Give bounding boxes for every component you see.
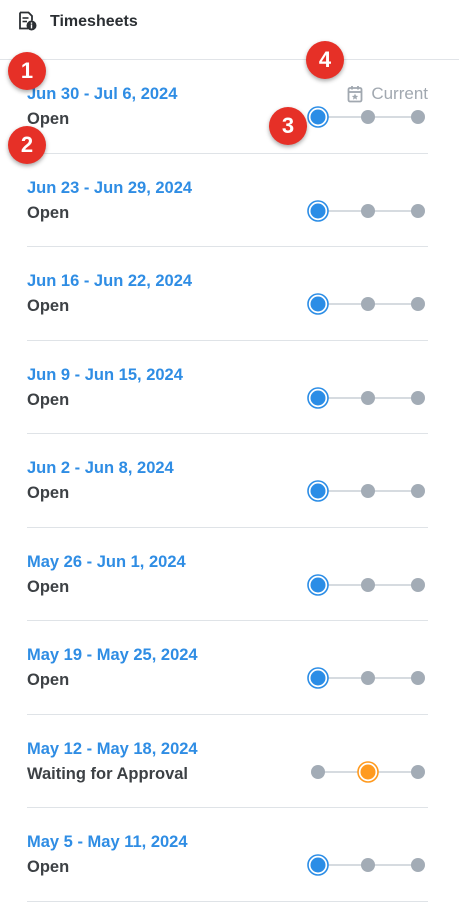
status-progress-stepper	[307, 199, 425, 222]
timesheet-row[interactable]: Jun 30 - Jul 6, 2024 Open Current	[27, 60, 428, 154]
current-label: Current	[371, 84, 428, 103]
stepper-step	[411, 858, 425, 872]
timesheet-date-range[interactable]: Jun 2 - Jun 8, 2024	[27, 459, 174, 478]
stepper-step-active	[310, 109, 326, 125]
stepper-step	[361, 577, 375, 592]
stepper-step	[361, 203, 375, 218]
timesheet-date-range[interactable]: May 19 - May 25, 2024	[27, 646, 198, 665]
stepper-step	[411, 484, 425, 498]
stepper-step-active	[310, 670, 326, 686]
stepper-step-active	[310, 390, 326, 405]
timesheet-row[interactable]: Jun 2 - Jun 8, 2024 Open	[27, 434, 428, 528]
stepper-step	[411, 577, 425, 592]
stepper-step-active	[310, 296, 326, 312]
timesheet-row[interactable]: Jun 9 - Jun 15, 2024 Open	[27, 341, 428, 434]
callout-badge-3: 3	[269, 107, 307, 145]
timesheet-date-range[interactable]: Jun 16 - Jun 22, 2024	[27, 272, 192, 291]
stepper-step	[361, 671, 375, 685]
timesheet-date-range[interactable]: May 26 - Jun 1, 2024	[27, 553, 186, 572]
status-progress-stepper	[307, 480, 425, 502]
header: Timesheets	[0, 0, 459, 60]
callout-badge-2: 2	[8, 126, 46, 164]
stepper-step	[411, 297, 425, 311]
timesheet-status: Open	[27, 577, 70, 596]
stepper-step	[411, 390, 425, 405]
status-progress-stepper	[307, 667, 425, 689]
status-progress-stepper	[307, 386, 425, 409]
timesheet-row[interactable]: Jun 23 - Jun 29, 2024 Open	[27, 154, 428, 247]
status-progress-stepper	[307, 854, 425, 876]
timesheet-date-range[interactable]: Jun 9 - Jun 15, 2024	[27, 366, 183, 385]
timesheet-date-range[interactable]: Jun 30 - Jul 6, 2024	[27, 85, 177, 104]
stepper-step-active	[310, 483, 326, 499]
callout-badge-4: 4	[306, 41, 344, 79]
status-progress-stepper	[311, 760, 425, 783]
timesheet-row[interactable]: Jun 16 - Jun 22, 2024 Open	[27, 247, 428, 341]
calendar-star-icon	[347, 86, 363, 103]
timesheet-status: Open	[27, 390, 70, 409]
stepper-step	[361, 297, 375, 311]
stepper-step	[361, 484, 375, 498]
stepper-step	[311, 764, 325, 779]
stepper-step	[411, 671, 425, 685]
status-progress-stepper	[307, 293, 425, 315]
stepper-step	[361, 858, 375, 872]
stepper-step	[361, 390, 375, 405]
stepper-step	[411, 110, 425, 124]
timesheet-row[interactable]: May 19 - May 25, 2024 Open	[27, 621, 428, 715]
stepper-step-active	[360, 764, 376, 779]
stepper-step-active	[310, 203, 326, 218]
timesheet-status: Waiting for Approval	[27, 764, 189, 783]
stepper-step	[361, 110, 375, 124]
timesheet-list: Jun 30 - Jul 6, 2024 Open Current Jun 23 - …	[27, 60, 428, 902]
timesheet-status: Open	[27, 858, 70, 876]
stepper-step	[411, 764, 425, 779]
timesheet-date-range[interactable]: May 5 - May 11, 2024	[27, 833, 188, 852]
timesheet-date-range[interactable]: Jun 23 - Jun 29, 2024	[27, 179, 192, 198]
timesheet-date-range[interactable]: May 12 - May 18, 2024	[27, 740, 198, 759]
callout-badge-1: 1	[8, 52, 46, 90]
status-progress-stepper	[307, 573, 425, 596]
status-progress-stepper	[307, 106, 425, 128]
timesheet-status: Open	[27, 297, 70, 315]
timesheet-doc-icon	[19, 11, 37, 31]
page-title: Timesheets	[50, 13, 138, 30]
stepper-step	[411, 203, 425, 218]
timesheet-status: Open	[27, 203, 70, 222]
current-week-indicator: Current	[347, 84, 428, 104]
stepper-step-active	[310, 857, 326, 873]
stepper-step-active	[310, 577, 326, 592]
timesheet-status: Open	[27, 671, 70, 689]
timesheet-row[interactable]: May 12 - May 18, 2024 Waiting for Approva…	[27, 715, 428, 808]
timesheet-row[interactable]: May 5 - May 11, 2024 Open	[27, 808, 428, 902]
timesheet-status: Open	[27, 484, 70, 502]
timesheet-row[interactable]: May 26 - Jun 1, 2024 Open	[27, 528, 428, 621]
